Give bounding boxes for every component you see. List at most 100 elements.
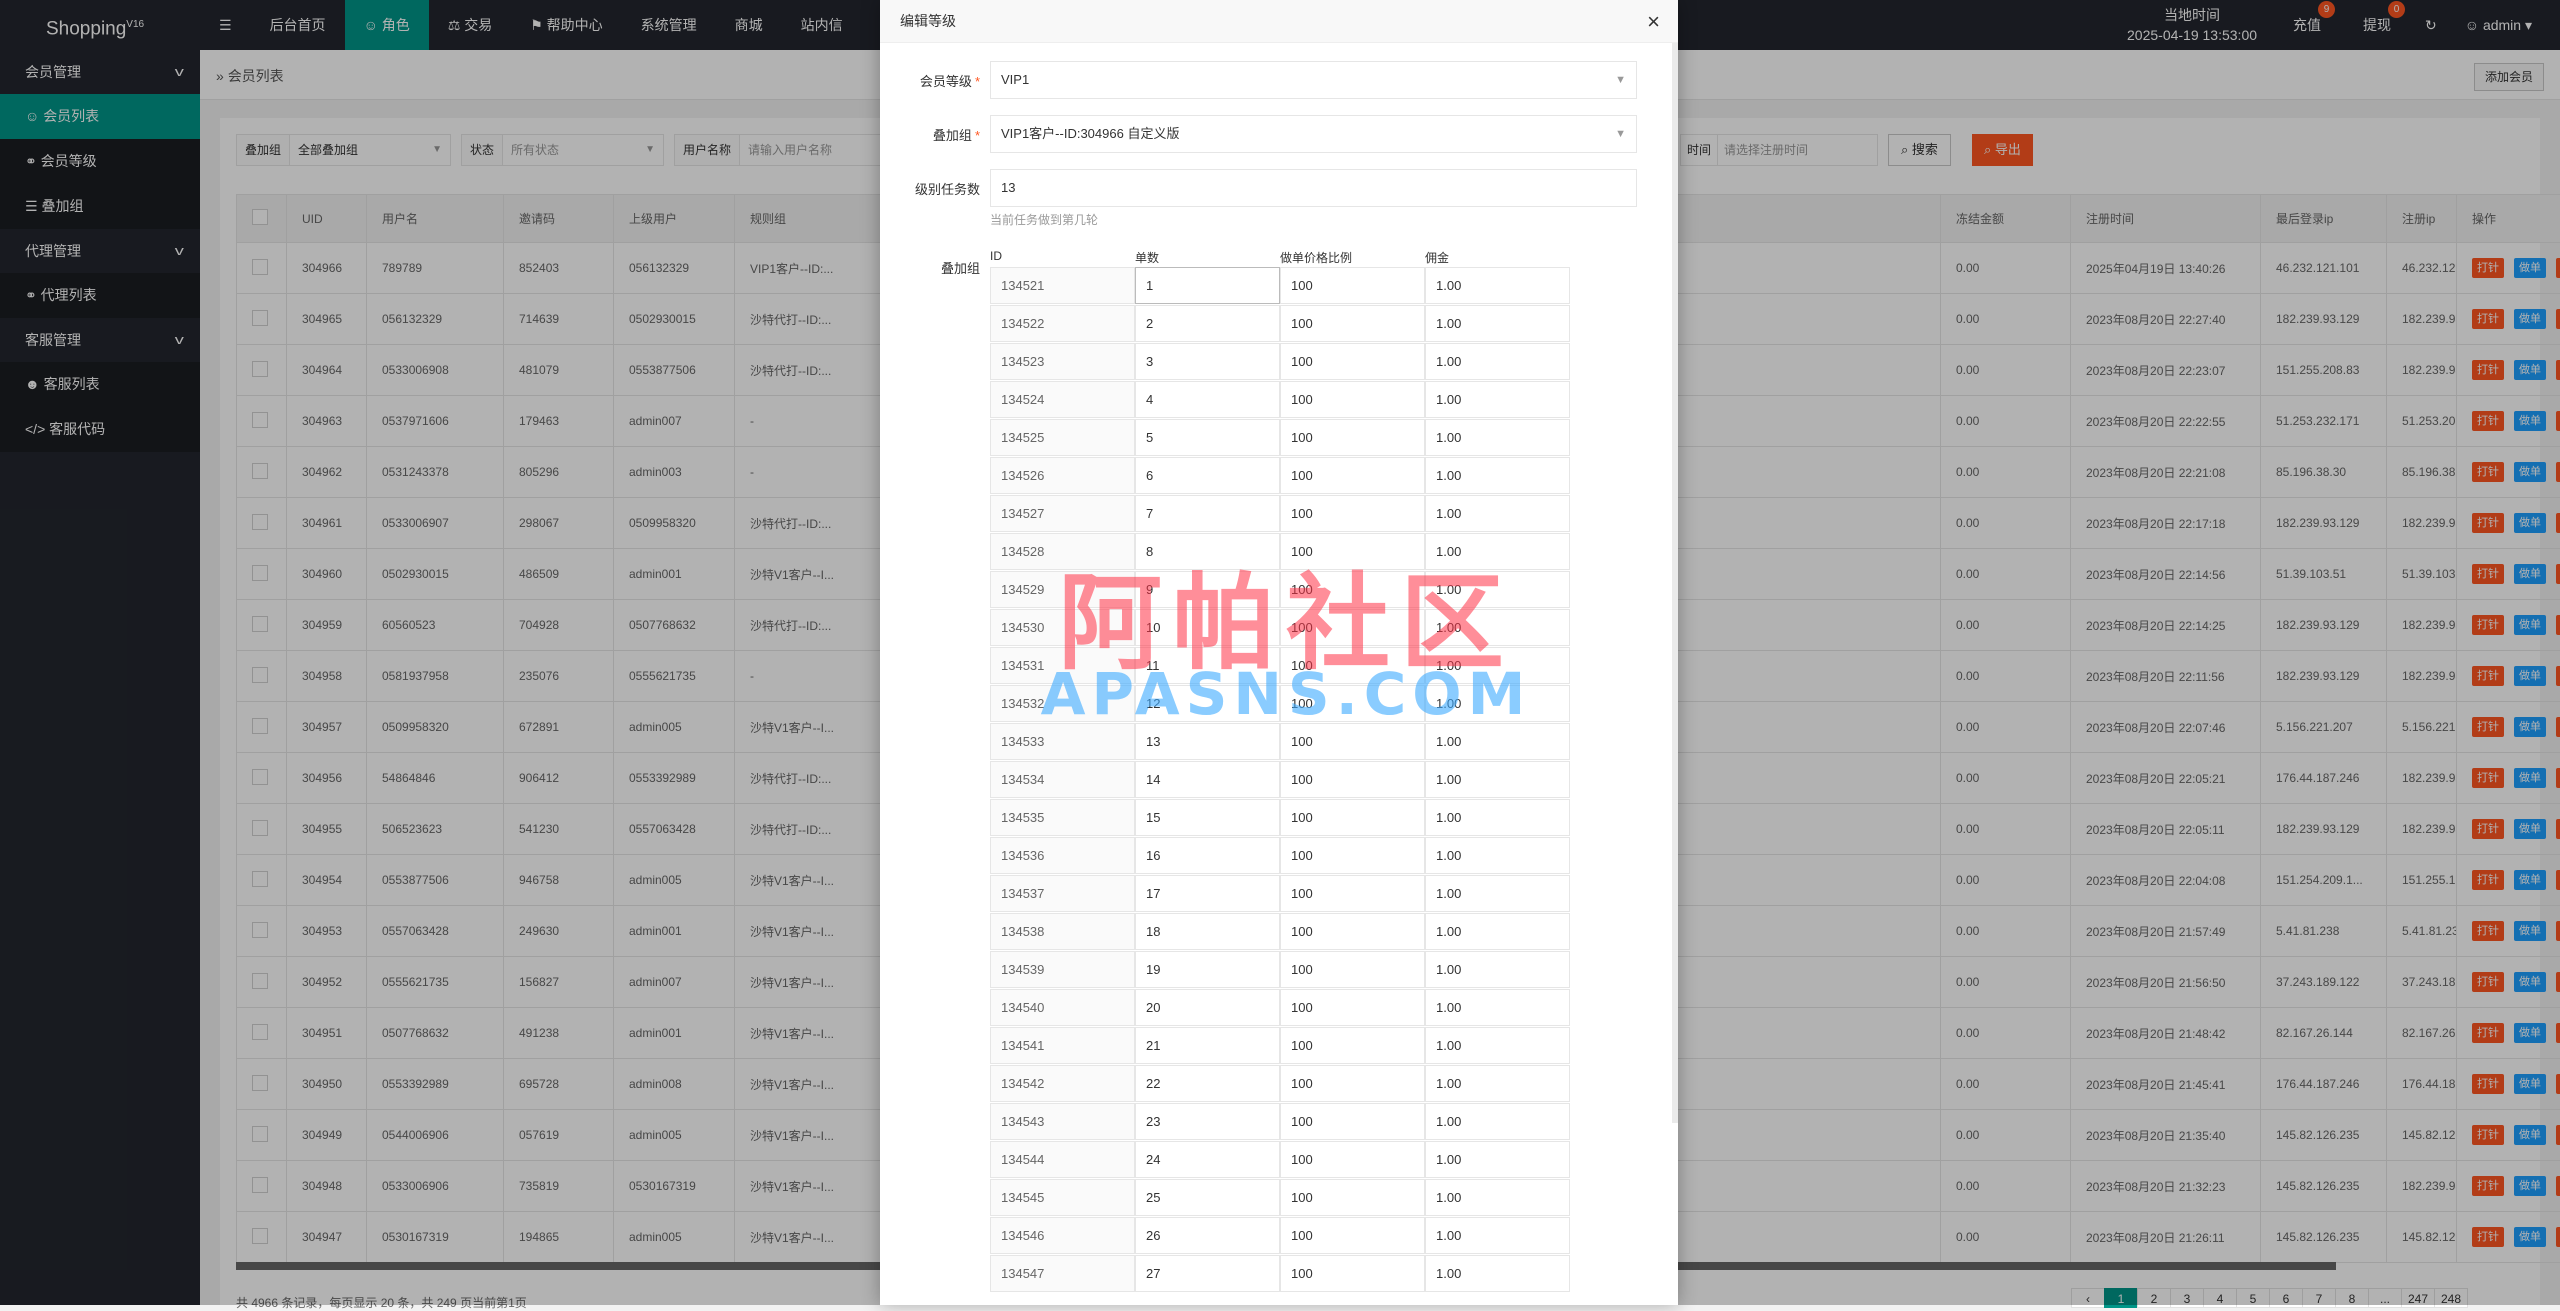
grid-count-input[interactable]: 6 — [1135, 457, 1280, 494]
grid-row: 13452661001.00 — [990, 457, 1570, 495]
grid-ratio-input[interactable]: 100 — [1280, 1217, 1425, 1254]
grid-commission-input[interactable]: 1.00 — [1425, 571, 1570, 608]
grid-ratio-input[interactable]: 100 — [1280, 1027, 1425, 1064]
grid-ratio-input[interactable]: 100 — [1280, 495, 1425, 532]
grid-ratio-input[interactable]: 100 — [1280, 571, 1425, 608]
grid-commission-input[interactable]: 1.00 — [1425, 381, 1570, 418]
grid-count-input[interactable]: 3 — [1135, 343, 1280, 380]
task-hint: 当前任务做到第几轮 — [990, 211, 1098, 228]
grid-commission-input[interactable]: 1.00 — [1425, 1103, 1570, 1140]
grid-row: 134532121001.00 — [990, 685, 1570, 723]
grid-count-input[interactable]: 16 — [1135, 837, 1280, 874]
grid-ratio-input[interactable]: 100 — [1280, 305, 1425, 342]
grid-commission-input[interactable]: 1.00 — [1425, 647, 1570, 684]
grid-ratio-input[interactable]: 100 — [1280, 685, 1425, 722]
grid-ratio-input[interactable]: 100 — [1280, 647, 1425, 684]
grid-count-input[interactable]: 4 — [1135, 381, 1280, 418]
grid-count-input[interactable]: 9 — [1135, 571, 1280, 608]
grid-ratio-input[interactable]: 100 — [1280, 913, 1425, 950]
grid-commission-input[interactable]: 1.00 — [1425, 685, 1570, 722]
grid-commission-input[interactable]: 1.00 — [1425, 1065, 1570, 1102]
grid-ratio-input[interactable]: 100 — [1280, 1103, 1425, 1140]
grid-count-input[interactable]: 24 — [1135, 1141, 1280, 1178]
edit-level-dialog: 编辑等级 × 会员等级* VIP1▼ 叠加组* VIP1客户--ID:30496… — [880, 0, 1678, 1305]
grid-col-count: 单数 — [1135, 249, 1280, 266]
grid-commission-input[interactable]: 1.00 — [1425, 457, 1570, 494]
grid-ratio-input[interactable]: 100 — [1280, 267, 1425, 304]
grid-ratio-input[interactable]: 100 — [1280, 1255, 1425, 1292]
grid-ratio-input[interactable]: 100 — [1280, 533, 1425, 570]
grid-count-input[interactable]: 23 — [1135, 1103, 1280, 1140]
grid-count-input[interactable]: 14 — [1135, 761, 1280, 798]
grid-count-input[interactable]: 1 — [1135, 267, 1280, 304]
grid-ratio-input[interactable]: 100 — [1280, 837, 1425, 874]
grid-ratio-input[interactable]: 100 — [1280, 875, 1425, 912]
grid-count-input[interactable]: 17 — [1135, 875, 1280, 912]
grid-count-input[interactable]: 15 — [1135, 799, 1280, 836]
grid-commission-input[interactable]: 1.00 — [1425, 1141, 1570, 1178]
grid-ratio-input[interactable]: 100 — [1280, 799, 1425, 836]
task-input[interactable]: 13 — [990, 169, 1637, 207]
grid-ratio-input[interactable]: 100 — [1280, 609, 1425, 646]
grid-id-cell: 134539 — [990, 951, 1135, 988]
grid-ratio-input[interactable]: 100 — [1280, 761, 1425, 798]
grid-id-cell: 134532 — [990, 685, 1135, 722]
grid-commission-input[interactable]: 1.00 — [1425, 989, 1570, 1026]
level-select[interactable]: VIP1▼ — [990, 61, 1637, 99]
grid-commission-input[interactable]: 1.00 — [1425, 343, 1570, 380]
grid-ratio-input[interactable]: 100 — [1280, 419, 1425, 456]
grid-count-input[interactable]: 8 — [1135, 533, 1280, 570]
grid-commission-input[interactable]: 1.00 — [1425, 951, 1570, 988]
grid-count-input[interactable]: 12 — [1135, 685, 1280, 722]
grid-ratio-input[interactable]: 100 — [1280, 381, 1425, 418]
grid-row: 13452221001.00 — [990, 305, 1570, 343]
grid-ratio-input[interactable]: 100 — [1280, 989, 1425, 1026]
grid-count-input[interactable]: 5 — [1135, 419, 1280, 456]
grid-commission-input[interactable]: 1.00 — [1425, 267, 1570, 304]
grid-commission-input[interactable]: 1.00 — [1425, 723, 1570, 760]
grid-commission-input[interactable]: 1.00 — [1425, 419, 1570, 456]
grid-ratio-input[interactable]: 100 — [1280, 1141, 1425, 1178]
grid-commission-input[interactable]: 1.00 — [1425, 495, 1570, 532]
grid-commission-input[interactable]: 1.00 — [1425, 533, 1570, 570]
grid-commission-input[interactable]: 1.00 — [1425, 799, 1570, 836]
grid-count-input[interactable]: 11 — [1135, 647, 1280, 684]
grid-count-input[interactable]: 26 — [1135, 1217, 1280, 1254]
grid-row: 13452331001.00 — [990, 343, 1570, 381]
grid-count-input[interactable]: 2 — [1135, 305, 1280, 342]
grid-commission-input[interactable]: 1.00 — [1425, 1179, 1570, 1216]
group-label: 叠加组* — [880, 125, 980, 144]
group-select[interactable]: VIP1客户--ID:304966 自定义版▼ — [990, 115, 1637, 153]
grid-id-cell: 134528 — [990, 533, 1135, 570]
grid-commission-input[interactable]: 1.00 — [1425, 1255, 1570, 1292]
grid-ratio-input[interactable]: 100 — [1280, 457, 1425, 494]
dialog-scrollbar[interactable] — [1672, 43, 1678, 1123]
grid-commission-input[interactable]: 1.00 — [1425, 913, 1570, 950]
grid-count-input[interactable]: 19 — [1135, 951, 1280, 988]
grid-count-input[interactable]: 20 — [1135, 989, 1280, 1026]
close-icon[interactable]: × — [1647, 0, 1660, 43]
grid-count-input[interactable]: 10 — [1135, 609, 1280, 646]
grid-count-input[interactable]: 21 — [1135, 1027, 1280, 1064]
grid-id-cell: 134534 — [990, 761, 1135, 798]
grid-commission-input[interactable]: 1.00 — [1425, 1027, 1570, 1064]
grid-count-input[interactable]: 27 — [1135, 1255, 1280, 1292]
grid-commission-input[interactable]: 1.00 — [1425, 837, 1570, 874]
grid-ratio-input[interactable]: 100 — [1280, 1179, 1425, 1216]
grid-commission-input[interactable]: 1.00 — [1425, 305, 1570, 342]
grid-count-input[interactable]: 7 — [1135, 495, 1280, 532]
grid-count-input[interactable]: 25 — [1135, 1179, 1280, 1216]
grid-commission-input[interactable]: 1.00 — [1425, 609, 1570, 646]
grid-count-input[interactable]: 22 — [1135, 1065, 1280, 1102]
grid-ratio-input[interactable]: 100 — [1280, 951, 1425, 988]
level-row: 会员等级* VIP1▼ — [880, 61, 1678, 99]
grid-ratio-input[interactable]: 100 — [1280, 343, 1425, 380]
grid-count-input[interactable]: 18 — [1135, 913, 1280, 950]
grid-ratio-input[interactable]: 100 — [1280, 723, 1425, 760]
grid-ratio-input[interactable]: 100 — [1280, 1065, 1425, 1102]
grid-count-input[interactable]: 13 — [1135, 723, 1280, 760]
grid-commission-input[interactable]: 1.00 — [1425, 761, 1570, 798]
grid-id-cell: 134538 — [990, 913, 1135, 950]
grid-commission-input[interactable]: 1.00 — [1425, 875, 1570, 912]
grid-commission-input[interactable]: 1.00 — [1425, 1217, 1570, 1254]
